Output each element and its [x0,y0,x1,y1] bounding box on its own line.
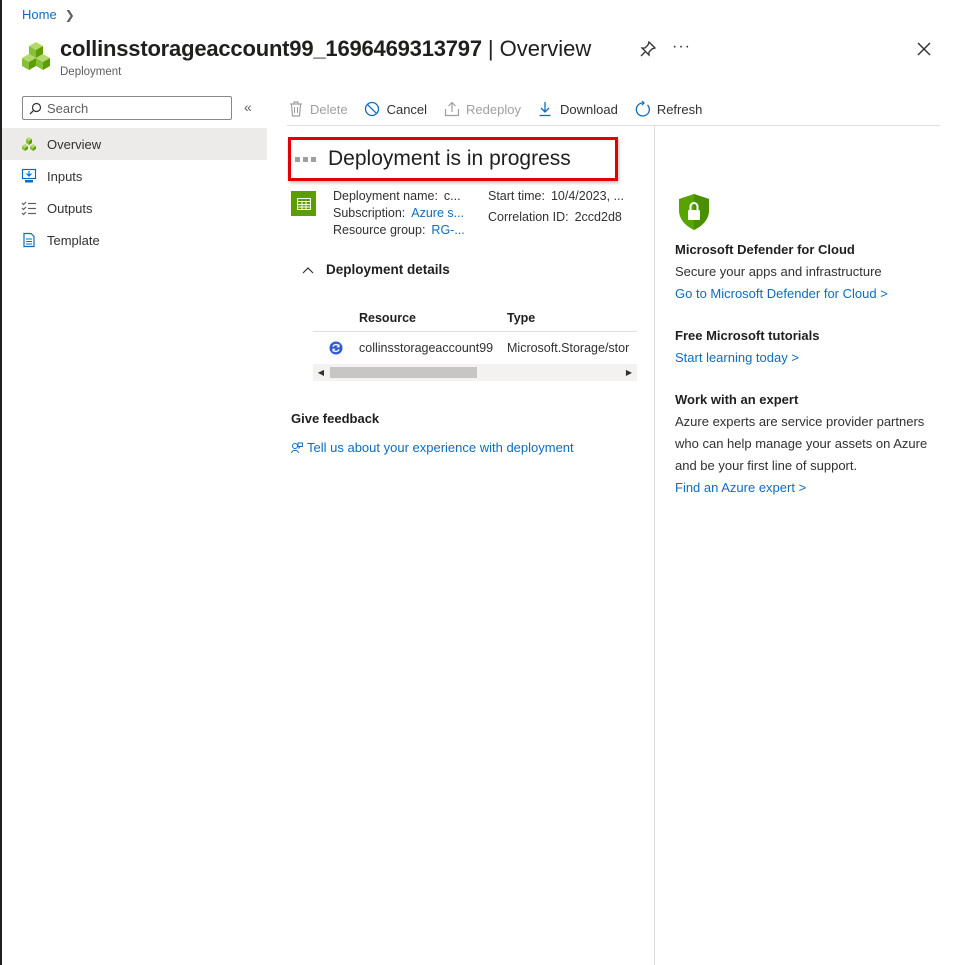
column-header-resource[interactable]: Resource [359,311,507,325]
close-icon[interactable] [914,39,934,59]
resource-link[interactable]: collinsstorageaccount99 [359,341,507,355]
sidebar-item-inputs[interactable]: Inputs [2,160,267,192]
horizontal-scrollbar[interactable]: ◀ ▶ [313,364,637,381]
sidebar-nav: Overview Inputs Outputs Template [2,128,267,256]
correlation-id-value: 2ccd2d8 [574,210,622,224]
shield-lock-icon [679,194,709,230]
cancel-icon [364,101,381,118]
redeploy-button[interactable]: Redeploy [443,101,521,118]
progress-dots-icon [295,156,316,162]
feedback-icon [291,442,303,453]
defender-text: Secure your apps and infrastructure [675,264,882,279]
deployment-icon [20,136,37,153]
sidebar-item-label: Outputs [47,200,93,216]
inputs-icon [20,168,37,185]
deployment-details-table: Resource Type collinsstorageaccount99 Mi… [313,304,637,364]
redeploy-label: Redeploy [466,101,521,117]
refresh-icon [634,100,651,118]
resource-group-link[interactable]: RG-... [431,223,464,237]
upload-icon [443,101,460,118]
breadcrumb-home[interactable]: Home [22,7,57,22]
delete-button[interactable]: Delete [287,101,348,118]
subscription-link[interactable]: Azure s... [411,206,464,220]
page-title: collinsstorageaccount99_1696469313797 | … [60,36,591,62]
expert-title: Work with an expert [675,392,799,407]
search-icon [29,102,42,114]
deployment-status-banner: Deployment is in progress [288,137,618,181]
chevron-up-icon [302,266,314,273]
pin-icon[interactable] [639,40,657,58]
expert-link[interactable]: Find an Azure expert > [675,477,806,499]
refresh-label: Refresh [656,101,703,117]
table-header: Resource Type [313,304,637,332]
breadcrumb: Home ❯ [22,7,75,22]
deployment-name-value: c... [443,189,461,203]
template-icon [20,232,37,249]
start-time-value: 10/4/2023, ... [550,189,624,203]
outputs-icon [20,200,37,217]
trash-icon [287,101,304,118]
download-label: Download [559,101,618,117]
cancel-button[interactable]: Cancel [364,101,427,118]
subscription-row: Subscription: Azure s... [333,205,464,222]
collapse-sidebar-icon[interactable]: « [244,99,252,115]
resource-type: Microsoft.Storage/stor [507,341,630,355]
download-button[interactable]: Download [537,101,618,118]
deployment-details-toggle[interactable]: Deployment details [302,262,450,277]
scroll-left-icon[interactable]: ◀ [313,368,329,377]
feedback-link[interactable]: Tell us about your experience with deplo… [291,440,574,455]
tutorials-link[interactable]: Start learning today > [675,347,799,369]
feedback-link-label: Tell us about your experience with deplo… [307,440,574,455]
scrollbar-thumb[interactable] [330,367,477,378]
sidebar-item-label: Inputs [47,168,83,184]
resource-name: collinsstorageaccount99_1696469313797 [60,36,482,61]
scroll-right-icon[interactable]: ▶ [621,368,637,377]
start-time-row: Start time: 10/4/2023, ... [488,188,624,205]
refresh-button[interactable]: Refresh [634,100,703,118]
section-name: Overview [499,36,592,61]
feedback-title: Give feedback [291,411,380,426]
sidebar-item-outputs[interactable]: Outputs [2,192,267,224]
sidebar-item-template[interactable]: Template [2,224,267,256]
sidebar-item-overview[interactable]: Overview [2,128,267,160]
expert-text-line-1: Azure experts are service provider partn… [675,414,925,429]
in-progress-icon [313,341,359,355]
tutorials-title: Free Microsoft tutorials [675,328,820,343]
more-options-icon[interactable]: ··· [672,38,691,56]
search-input[interactable] [47,100,217,116]
defender-link[interactable]: Go to Microsoft Defender for Cloud > [675,283,888,305]
search-box[interactable] [22,96,232,120]
deployment-resource-icon [22,42,50,70]
resource-group-label: Resource group: [333,223,426,237]
command-bar: Delete Cancel Redeploy Download Refresh [287,95,718,123]
deployment-name-label: Deployment name: [333,189,438,203]
expert-text-line-2: who can help manage your assets on Azure [675,436,928,451]
sidebar-item-label: Template [47,232,100,248]
delete-label: Delete [310,101,348,117]
cancel-label: Cancel [386,101,428,117]
deployment-details-title: Deployment details [326,262,450,277]
table-row: collinsstorageaccount99 Microsoft.Storag… [313,332,637,364]
start-time-label: Start time: [488,189,545,203]
expert-text-line-3: and be your first line of support. [675,458,858,473]
deployment-summary-icon [291,191,316,216]
defender-title: Microsoft Defender for Cloud [675,242,855,257]
title-separator: | [487,36,494,61]
page-subtitle: Deployment [60,66,122,78]
correlation-id-label: Correlation ID: [488,210,569,224]
status-title: Deployment is in progress [328,147,571,170]
deployment-name-row: Deployment name: c... [333,188,461,205]
subscription-label: Subscription: [333,206,406,220]
correlation-id-row: Correlation ID: 2ccd2d8 [488,209,630,226]
download-icon [537,101,554,118]
column-header-type[interactable]: Type [507,311,637,325]
resource-group-row: Resource group: RG-... [333,222,465,239]
sidebar-item-label: Overview [47,136,102,152]
chevron-right-icon: ❯ [64,7,75,22]
